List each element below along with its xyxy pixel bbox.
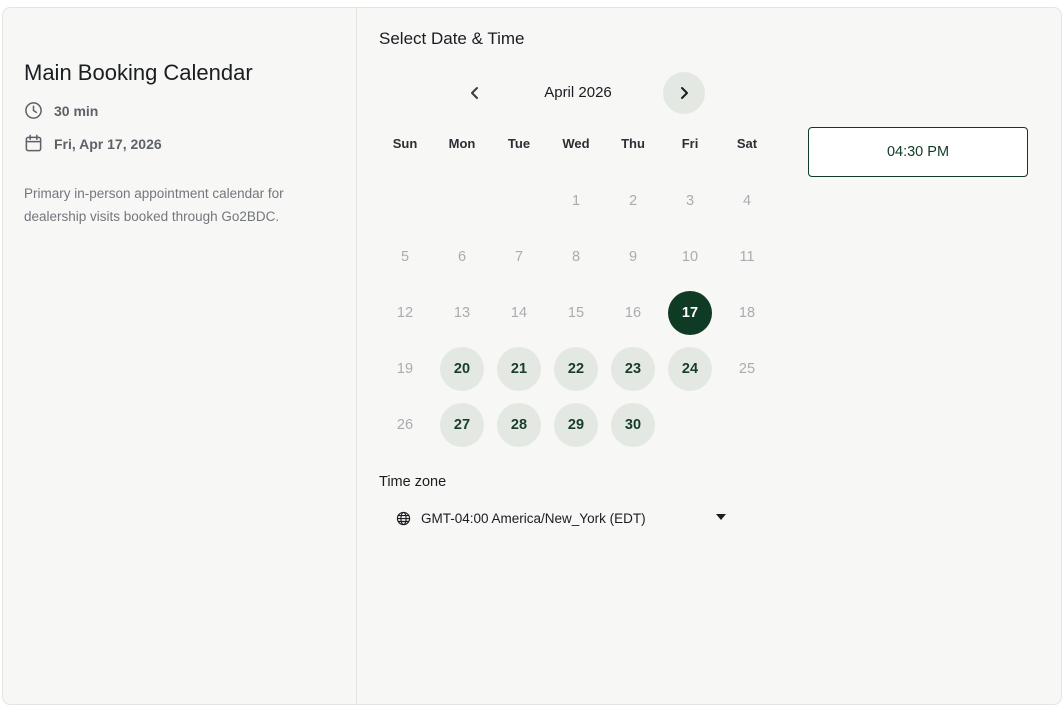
calendar-day: 19 — [396, 361, 414, 377]
weekday-label: Sat — [736, 136, 758, 151]
calendar-day-selected[interactable]: 17 — [668, 291, 712, 335]
calendar-day[interactable]: 24 — [668, 347, 712, 391]
calendar-day: 9 — [628, 249, 638, 265]
calendar-day: 3 — [685, 193, 695, 209]
calendar-day: 8 — [571, 249, 581, 265]
calendar-day: 14 — [510, 305, 528, 321]
calendar-day[interactable]: 21 — [497, 347, 541, 391]
calendar-day[interactable]: 29 — [554, 403, 598, 447]
calendar-day: 1 — [571, 193, 581, 209]
timezone-select[interactable]: GMT-04:00 America/New_York (EDT) — [396, 506, 726, 530]
calendar-day: 15 — [567, 305, 585, 321]
calendar-day: 18 — [738, 305, 756, 321]
weekday-label: Sun — [392, 136, 418, 151]
calendar-day: 25 — [738, 361, 756, 377]
section-title: Select Date & Time — [379, 29, 525, 48]
calendar-day[interactable]: 20 — [440, 347, 484, 391]
calendar-day: 11 — [739, 249, 755, 265]
date-row: Fri, Apr 17, 2026 — [24, 134, 162, 153]
panel-divider — [356, 8, 357, 704]
caret-down-icon — [716, 514, 726, 520]
calendar-day[interactable]: 27 — [440, 403, 484, 447]
chevron-left-icon — [471, 87, 478, 99]
calendar-day: 5 — [400, 249, 410, 265]
globe-icon — [396, 511, 411, 525]
time-slot-button[interactable]: 04:30 PM — [808, 127, 1028, 177]
clock-icon — [25, 102, 42, 119]
calendar-day[interactable]: 22 — [554, 347, 598, 391]
weekday-label: Mon — [448, 136, 476, 151]
next-month-button[interactable] — [663, 72, 705, 114]
weekday-label: Fri — [681, 136, 699, 151]
calendar-icon — [25, 134, 42, 152]
weekday-label: Wed — [562, 136, 590, 151]
calendar-day[interactable]: 23 — [611, 347, 655, 391]
duration-row: 30 min — [24, 101, 98, 120]
chevron-right-icon — [681, 87, 688, 99]
calendar-day: 4 — [742, 193, 752, 209]
event-description: Primary in-person appointment calendar f… — [24, 186, 284, 224]
event-title: Main Booking Calendar — [24, 60, 253, 85]
calendar-day: 13 — [453, 305, 471, 321]
calendar-day: 7 — [514, 249, 524, 265]
calendar-day[interactable]: 28 — [497, 403, 541, 447]
calendar-day: 12 — [396, 305, 414, 321]
weekday-label: Tue — [507, 136, 531, 151]
month-label: April 2026 — [544, 84, 612, 101]
calendar-day: 26 — [396, 417, 414, 433]
calendar-day[interactable]: 30 — [611, 403, 655, 447]
timezone-value: GMT-04:00 America/New_York (EDT) — [421, 510, 646, 526]
weekday-label: Thu — [621, 136, 645, 151]
calendar-day: 10 — [681, 249, 699, 265]
previous-month-button[interactable] — [454, 72, 496, 114]
duration-text: 30 min — [54, 102, 99, 119]
calendar-day: 6 — [457, 249, 467, 265]
timezone-label: Time zone — [379, 474, 447, 490]
calendar-day: 16 — [624, 305, 642, 321]
calendar-day: 2 — [628, 193, 638, 209]
month-navigation: April 2026 — [440, 72, 740, 114]
selected-date-text: Fri, Apr 17, 2026 — [54, 135, 162, 152]
